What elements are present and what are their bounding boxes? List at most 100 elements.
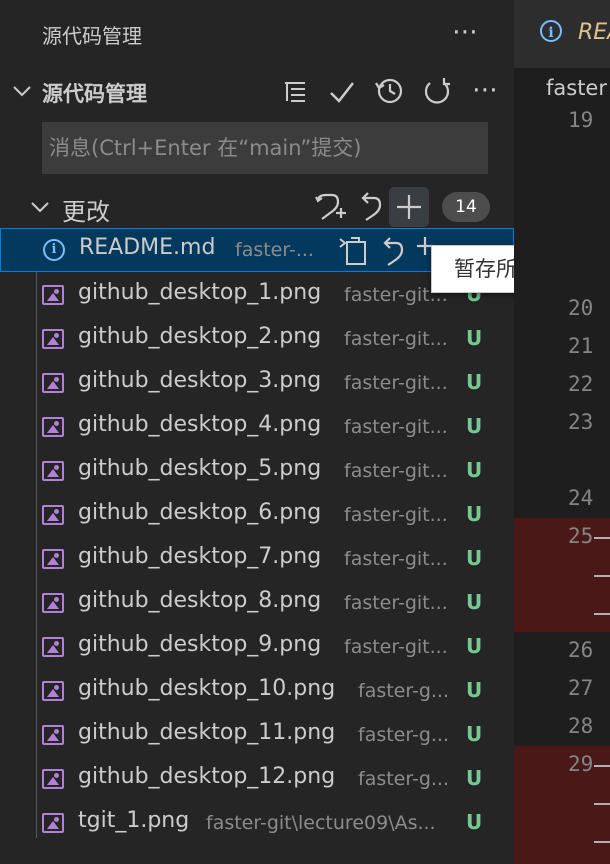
chevron-down-icon[interactable] (12, 84, 32, 98)
status-badge: U (466, 634, 483, 658)
image-file-icon (42, 373, 64, 393)
view-title: 源代码管理 (42, 24, 142, 48)
image-file-icon (42, 637, 64, 657)
line-number: 22 (568, 372, 594, 396)
image-file-icon (42, 681, 64, 701)
line-number: 25 (568, 524, 594, 548)
file-row[interactable]: github_desktop_4.png faster-git... U (0, 406, 514, 450)
file-path: faster-g... (358, 680, 450, 702)
open-file-icon[interactable] (337, 235, 371, 267)
file-name: tgit_1.png (78, 808, 190, 833)
line-number: 21 (568, 334, 594, 358)
changes-group-title[interactable]: 更改 (62, 192, 110, 227)
discard-change-icon[interactable] (380, 237, 406, 267)
info-icon: i (540, 20, 562, 42)
file-row[interactable]: github_desktop_12.png faster-g... U (0, 758, 514, 802)
image-file-icon (42, 549, 64, 569)
status-badge: U (466, 546, 483, 570)
commit-check-icon[interactable] (328, 78, 356, 106)
image-file-icon (42, 813, 64, 833)
deleted-lines-block (514, 746, 610, 864)
file-name: github_desktop_8.png (78, 588, 322, 613)
file-name: github_desktop_5.png (78, 456, 322, 481)
line-number: 28 (568, 714, 594, 738)
image-file-icon (42, 769, 64, 789)
status-badge: U (466, 678, 483, 702)
file-name: github_desktop_1.png (78, 280, 322, 305)
status-badge: U (466, 326, 483, 350)
editor-tab[interactable]: i REA (514, 0, 610, 68)
image-file-icon (42, 329, 64, 349)
file-path: faster-git... (344, 504, 448, 526)
status-badge: U (466, 766, 483, 790)
chevron-down-icon[interactable] (30, 200, 50, 214)
file-row[interactable]: github_desktop_7.png faster-git... U (0, 538, 514, 582)
more-actions-icon[interactable]: ⋯ (452, 18, 478, 46)
status-badge: U (466, 458, 483, 482)
file-path: faster-git... (344, 548, 448, 570)
file-path: faster-git... (344, 416, 448, 438)
view-title-bar: 源代码管理 ⋯ (0, 14, 514, 54)
status-badge: U (466, 414, 483, 438)
line-number: 26 (568, 638, 594, 662)
file-name: github_desktop_7.png (78, 544, 322, 569)
file-row[interactable]: github_desktop_11.png faster-g... U (0, 714, 514, 758)
file-row[interactable]: tgit_1.png faster-git\lecture09\As... U (0, 802, 514, 846)
file-path: faster-git... (344, 328, 448, 350)
file-name: github_desktop_3.png (78, 368, 322, 393)
deleted-line-marker (594, 803, 610, 805)
file-name: github_desktop_4.png (78, 412, 322, 437)
editor-pane: i REA faster 19 20 21 22 23 24 25 26 27 … (514, 0, 610, 864)
refresh-icon[interactable] (422, 76, 452, 106)
file-path: faster-git... (344, 592, 448, 614)
file-path: faster-git\lecture09\As... (206, 812, 436, 834)
deleted-line-marker (594, 613, 610, 615)
deleted-line-marker (594, 765, 610, 767)
file-row[interactable]: github_desktop_3.png faster-git... U (0, 362, 514, 406)
file-row[interactable]: github_desktop_8.png faster-git... U (0, 582, 514, 626)
file-name: github_desktop_9.png (78, 632, 322, 657)
file-path: faster-g... (358, 724, 450, 746)
file-row[interactable]: github_desktop_2.png faster-git... U (0, 318, 514, 362)
line-number: 23 (568, 410, 594, 434)
line-number: 29 (568, 752, 594, 776)
discard-all-icon[interactable] (358, 192, 384, 222)
plus-icon[interactable] (395, 193, 423, 221)
view-as-tree-icon[interactable] (282, 79, 308, 105)
file-path: faster-git... (344, 636, 448, 658)
deleted-line-marker (594, 537, 610, 539)
source-control-sidebar: 源代码管理 ⋯ 源代码管理 ⋯ 消息(Ctrl+Enter 在“main”提交)… (0, 0, 603, 864)
image-file-icon (42, 505, 64, 525)
section-more-icon[interactable]: ⋯ (472, 76, 498, 104)
discard-stage-icon[interactable] (314, 191, 348, 223)
editor-tab-label: REA (578, 20, 610, 45)
status-badge: U (466, 590, 483, 614)
info-icon: i (43, 239, 65, 261)
file-path: faster-git... (344, 460, 448, 482)
breadcrumb-item[interactable]: faster (546, 76, 607, 100)
status-badge: U (466, 502, 483, 526)
file-row[interactable]: github_desktop_6.png faster-git... U (0, 494, 514, 538)
file-row[interactable]: github_desktop_9.png faster-git... U (0, 626, 514, 670)
commit-message-input[interactable]: 消息(Ctrl+Enter 在“main”提交) (42, 122, 488, 174)
image-file-icon (42, 285, 64, 305)
file-path: faster-git... (344, 372, 448, 394)
line-number: 20 (568, 296, 594, 320)
file-name: README.md (79, 235, 216, 260)
file-name: github_desktop_2.png (78, 324, 322, 349)
file-row[interactable]: github_desktop_10.png faster-g... U (0, 670, 514, 714)
file-row[interactable]: github_desktop_5.png faster-git... U (0, 450, 514, 494)
image-file-icon (42, 725, 64, 745)
status-badge: U (466, 370, 483, 394)
history-icon[interactable] (374, 76, 404, 106)
file-name: github_desktop_6.png (78, 500, 322, 525)
section-title[interactable]: 源代码管理 (42, 78, 147, 108)
status-badge: U (466, 810, 483, 834)
file-path: faster-... (235, 239, 314, 261)
line-number: 19 (568, 108, 594, 132)
line-number: 24 (568, 486, 594, 510)
image-file-icon (42, 417, 64, 437)
line-number: 27 (568, 676, 594, 700)
image-file-icon (42, 593, 64, 613)
image-file-icon (42, 461, 64, 481)
